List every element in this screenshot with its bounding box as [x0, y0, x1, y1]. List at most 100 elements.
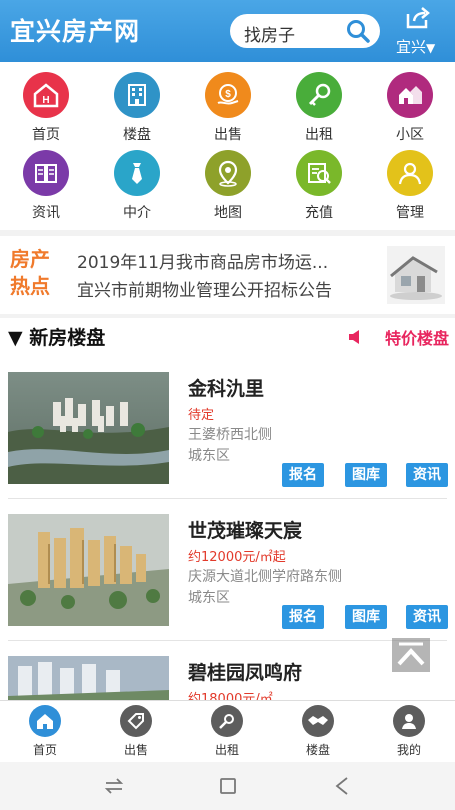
listing-address: 王婆桥西北侧 [188, 427, 272, 443]
home-button-icon[interactable] [216, 774, 240, 798]
grid-item-agent[interactable]: 中介 [97, 150, 177, 230]
nav-label: 出售 [123, 743, 148, 757]
signup-button[interactable]: 报名 [282, 605, 324, 629]
grid-label: 小区 [396, 127, 424, 143]
listing-price: 待定 [188, 408, 215, 423]
listing-price: 约12000元/㎡起 [188, 550, 286, 565]
speaker-icon [349, 330, 359, 344]
section-title: ▼ 新房楼盘 [8, 327, 106, 349]
listing-district: 城东区 [188, 590, 230, 606]
grid-item-map[interactable]: 地图 [188, 150, 268, 230]
user-icon [387, 150, 433, 196]
site-logo[interactable]: 宜兴房产网 [10, 12, 140, 48]
back-icon[interactable] [330, 774, 354, 798]
map-pin-icon [205, 150, 251, 196]
sale-icon: $ [205, 72, 251, 118]
chevron-up-icon [397, 642, 425, 666]
grid-label: 出租 [305, 127, 333, 143]
special-listings-link[interactable]: 特价楼盘 [385, 325, 449, 349]
hot-title-line: 热点 [10, 274, 50, 298]
grid-item-community[interactable]: 小区 [370, 72, 450, 152]
listing-photo[interactable] [8, 372, 169, 484]
app-header: 宜兴房产网 找房子 宜兴▼ [0, 0, 455, 62]
news-link[interactable]: 2019年11月我市商品房市场运... [77, 248, 328, 273]
grid-label: 管理 [396, 205, 424, 221]
nav-label: 我的 [396, 743, 421, 757]
sale-icon [120, 705, 152, 737]
listing-district: 城东区 [188, 448, 230, 464]
listing-name[interactable]: 碧桂园凤鸣府 [188, 658, 302, 685]
listing-name[interactable]: 世茂璀璨天宸 [188, 516, 302, 543]
listing-price: 约18000元/㎡ [188, 692, 273, 700]
nav-label: 出租 [214, 743, 239, 757]
hot-title-line: 房产 [10, 247, 50, 271]
section-header: ▼ 新房楼盘 特价楼盘 [0, 318, 455, 356]
city-label: 宜兴 [396, 38, 427, 56]
book-icon [23, 150, 69, 196]
hot-news-title: 房产 热点 [10, 246, 66, 300]
back-to-top-button[interactable] [392, 638, 430, 672]
city-selector[interactable]: 宜兴▼ [396, 36, 435, 57]
listing-card[interactable]: 碧桂园凤鸣府 约18000元/㎡ [0, 656, 455, 700]
news-button[interactable]: 资讯 [406, 463, 448, 487]
svg-text:H: H [42, 95, 49, 106]
home-icon: H [23, 72, 69, 118]
community-icon [387, 72, 433, 118]
chevron-down-icon: ▼ [426, 41, 436, 55]
key-icon [211, 705, 243, 737]
listing-card[interactable]: 金科氿里 待定 王婆桥西北侧 城东区 报名 图库 资讯 [0, 372, 455, 514]
grid-item-rent[interactable]: 出租 [279, 72, 359, 152]
system-nav-bar [0, 762, 455, 810]
grid-item-manage[interactable]: 管理 [370, 150, 450, 230]
divider [8, 498, 447, 499]
nav-item-buildings[interactable]: 楼盘 [283, 705, 353, 758]
signup-button[interactable]: 报名 [282, 463, 324, 487]
nav-label: 楼盘 [305, 743, 330, 757]
tie-icon [114, 150, 160, 196]
user-icon [393, 705, 425, 737]
grid-label: 充值 [305, 205, 333, 221]
listing-address: 庆源大道北侧学府路东侧 [188, 569, 342, 585]
listing-card[interactable]: 世茂璀璨天宸 约12000元/㎡起 庆源大道北侧学府路东侧 城东区 报名 图库 … [0, 514, 455, 656]
house-thumbnail [387, 246, 445, 304]
grid-label: 中介 [123, 205, 151, 221]
search-box[interactable]: 找房子 [230, 14, 380, 48]
grid-item-home[interactable]: H 首页 [6, 72, 86, 152]
recharge-icon [296, 150, 342, 196]
grid-item-sale[interactable]: $ 出售 [188, 72, 268, 152]
category-grid: H 首页 楼盘 $ 出售 出租 小区 资讯 中介 地图 充值 管理 [0, 62, 455, 230]
grid-label: 首页 [32, 127, 60, 143]
grid-item-recharge[interactable]: 充值 [279, 150, 359, 230]
divider [8, 640, 447, 641]
grid-item-news[interactable]: 资讯 [6, 150, 86, 230]
search-icon[interactable] [346, 19, 370, 43]
listing-photo[interactable] [8, 656, 169, 700]
grid-label: 楼盘 [123, 127, 151, 143]
nav-item-sale[interactable]: 出售 [101, 705, 171, 758]
grid-label: 地图 [214, 205, 242, 221]
gallery-button[interactable]: 图库 [345, 605, 387, 629]
grid-label: 出售 [214, 127, 242, 143]
new-houses-section: ▼ 新房楼盘 特价楼盘 金科氿里 待定 王婆桥西北侧 城东区 报名 图库 资讯 [0, 318, 455, 700]
grid-label: 资讯 [32, 205, 60, 221]
listing-photo[interactable] [8, 514, 169, 626]
svg-text:$: $ [225, 89, 231, 100]
nav-item-home[interactable]: 首页 [10, 705, 80, 758]
gallery-button[interactable]: 图库 [345, 463, 387, 487]
recents-icon[interactable] [102, 774, 126, 798]
nav-item-rent[interactable]: 出租 [192, 705, 262, 758]
listing-name[interactable]: 金科氿里 [188, 374, 264, 401]
news-button[interactable]: 资讯 [406, 605, 448, 629]
building-icon [114, 72, 160, 118]
search-input[interactable]: 找房子 [244, 21, 295, 46]
nav-label: 首页 [32, 743, 57, 757]
handshake-icon [302, 705, 334, 737]
share-icon[interactable] [405, 6, 431, 30]
nav-item-mine[interactable]: 我的 [374, 705, 444, 758]
home-icon [29, 705, 61, 737]
grid-item-buildings[interactable]: 楼盘 [97, 72, 177, 152]
news-link[interactable]: 宜兴市前期物业管理公开招标公告 [77, 276, 332, 301]
bottom-nav: 首页 出售 出租 楼盘 我的 [0, 700, 455, 762]
hot-news-panel: 房产 热点 2019年11月我市商品房市场运... 宜兴市前期物业管理公开招标公… [0, 236, 455, 314]
key-icon [296, 72, 342, 118]
